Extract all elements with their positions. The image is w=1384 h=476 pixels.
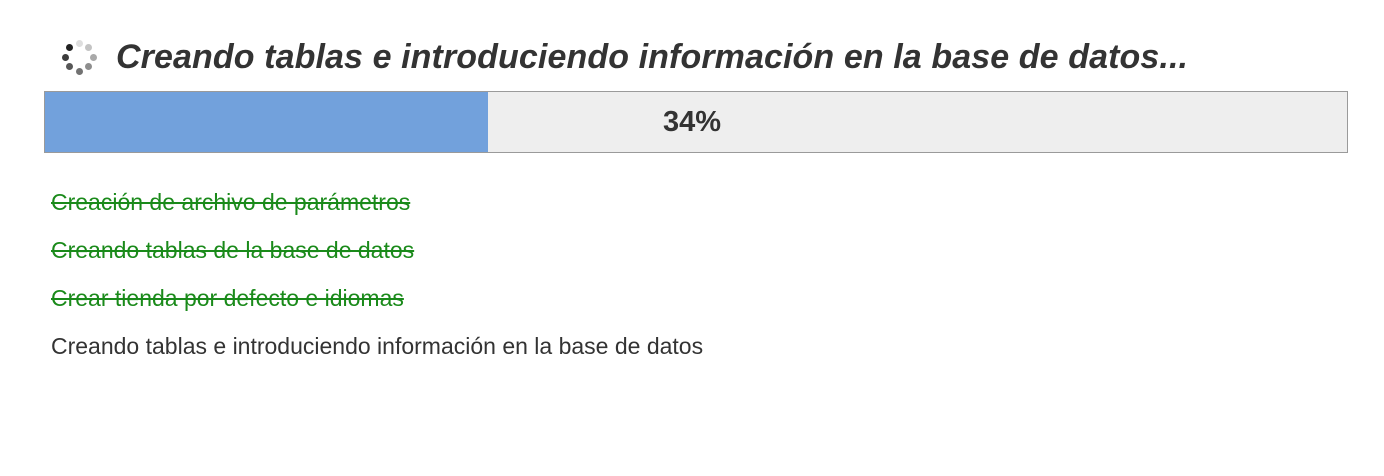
page-title: Creando tablas e introduciendo informaci… bbox=[116, 37, 1189, 76]
spinner-dot bbox=[65, 43, 73, 51]
spinner-dot bbox=[89, 53, 97, 61]
step-item-current: Creando tablas e introduciendo informaci… bbox=[51, 333, 704, 359]
progress-percent-label: 34% bbox=[663, 105, 722, 138]
spinner-dot bbox=[75, 39, 83, 47]
header: Creando tablas e introduciendo informaci… bbox=[58, 34, 1188, 80]
spinner-dot bbox=[85, 43, 93, 51]
step-item: Creación de archivo de parámetros bbox=[51, 189, 411, 215]
progress-bar-fill bbox=[45, 92, 488, 152]
step-item: Creando tablas de la base de datos bbox=[51, 237, 415, 263]
spinner-dot bbox=[61, 53, 69, 61]
loading-spinner-icon bbox=[58, 36, 100, 78]
spinner-dot bbox=[65, 63, 73, 71]
install-steps-list: Creación de archivo de parámetros Creand… bbox=[51, 178, 703, 370]
progress-bar: 34% bbox=[44, 91, 1348, 153]
step-item: Crear tienda por defecto e idiomas bbox=[51, 285, 404, 311]
spinner-dot bbox=[75, 67, 83, 75]
spinner-dot bbox=[85, 63, 93, 71]
